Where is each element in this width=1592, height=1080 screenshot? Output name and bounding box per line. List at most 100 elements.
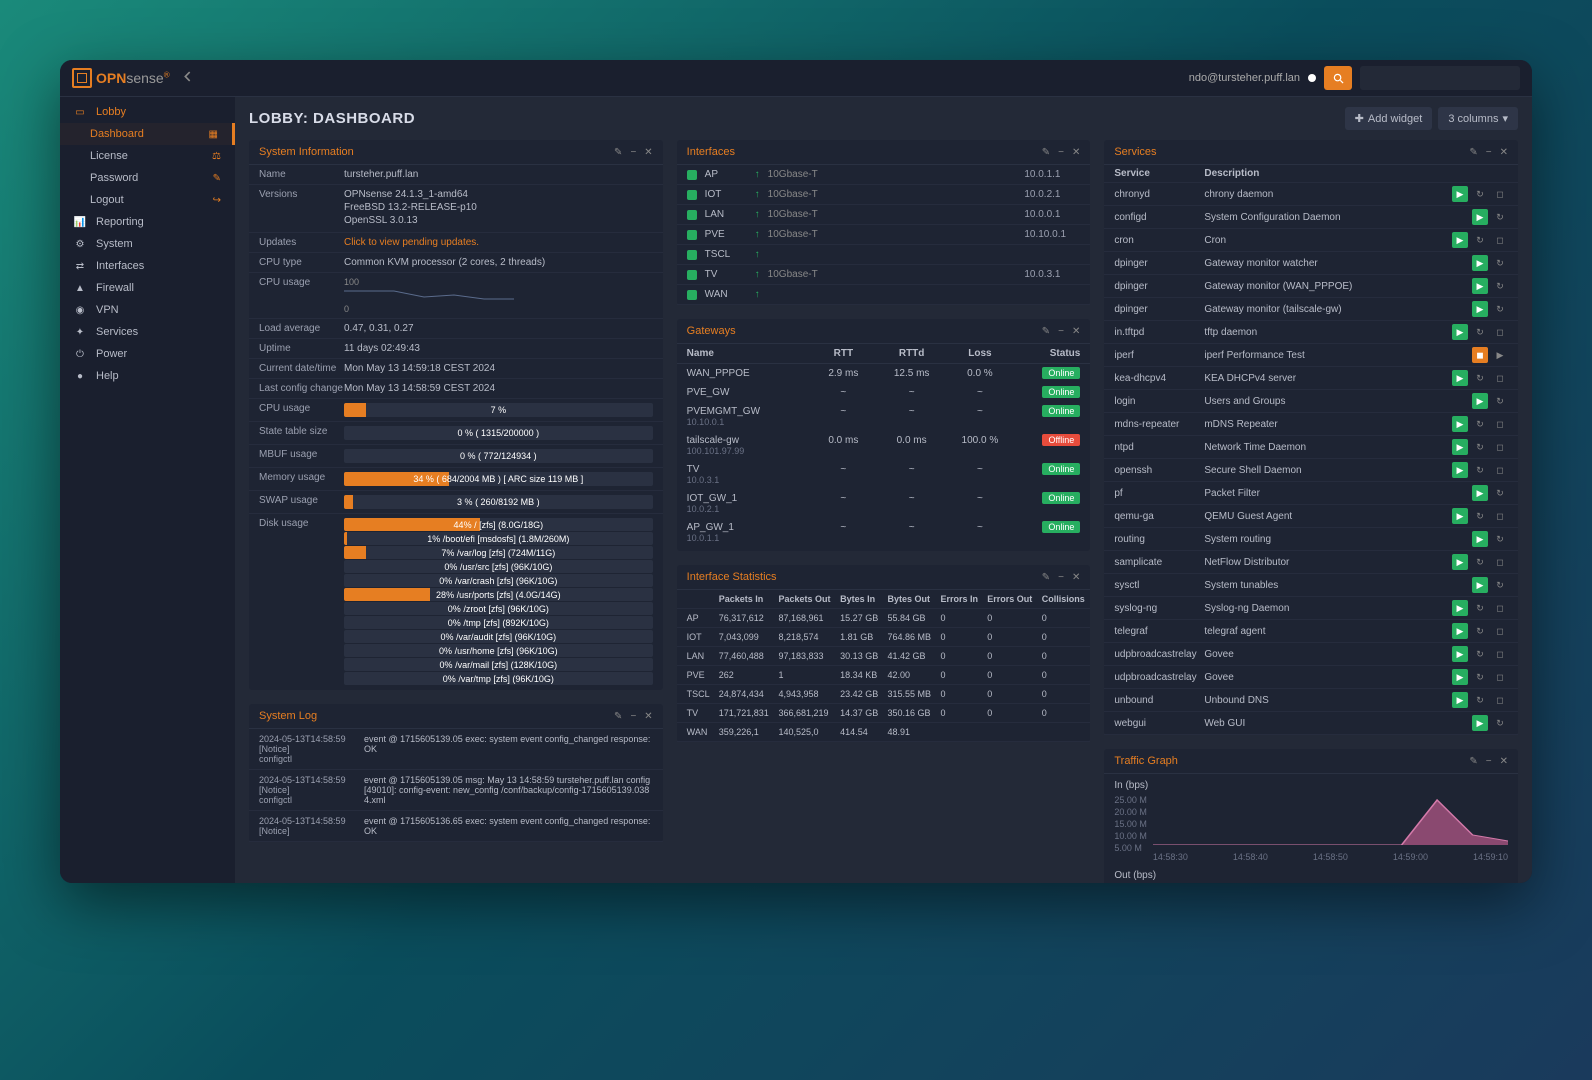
service-restart-button[interactable]: ↻ (1472, 600, 1488, 616)
service-stop-button[interactable]: ◻ (1492, 232, 1508, 248)
service-status-button[interactable]: ▶ (1452, 623, 1468, 639)
widget-close-icon[interactable]: ✕ (644, 711, 652, 722)
service-status-button[interactable]: ▶ (1452, 600, 1468, 616)
service-restart-button[interactable]: ↻ (1492, 393, 1508, 409)
service-stop-button[interactable]: ◻ (1492, 324, 1508, 340)
service-status-button[interactable]: ▶ (1452, 324, 1468, 340)
widget-edit-icon[interactable]: ✎ (1042, 326, 1050, 337)
service-stop-button[interactable]: ◻ (1492, 692, 1508, 708)
service-restart-button[interactable]: ↻ (1492, 577, 1508, 593)
widget-edit-icon[interactable]: ✎ (1042, 147, 1050, 158)
search-button[interactable] (1324, 66, 1352, 90)
service-restart-button[interactable]: ↻ (1472, 186, 1488, 202)
widget-edit-icon[interactable]: ✎ (1469, 756, 1477, 767)
widget-edit-icon[interactable]: ✎ (614, 711, 622, 722)
widget-minimize-icon[interactable]: − (1486, 147, 1492, 158)
sidebar-item-services[interactable]: ✦Services (60, 321, 235, 343)
sidebar-item-interfaces[interactable]: ⇄Interfaces (60, 255, 235, 277)
interface-row[interactable]: LAN↑10Gbase-T 10.0.0.1 (677, 205, 1091, 225)
service-stop-button[interactable]: ◻ (1492, 508, 1508, 524)
widget-edit-icon[interactable]: ✎ (1469, 147, 1477, 158)
add-widget-button[interactable]: ✚Add widget (1345, 107, 1433, 130)
service-restart-button[interactable]: ↻ (1472, 554, 1488, 570)
sidebar-item-vpn[interactable]: ◉VPN (60, 299, 235, 321)
sidebar-item-power[interactable]: ⏻Power (60, 343, 235, 365)
service-stop-button[interactable]: ◻ (1492, 554, 1508, 570)
sidebar-item-system[interactable]: ⚙System (60, 233, 235, 255)
service-status-button[interactable]: ▶ (1452, 232, 1468, 248)
service-status-button[interactable]: ▶ (1452, 646, 1468, 662)
service-stop-button[interactable]: ◻ (1492, 370, 1508, 386)
widget-minimize-icon[interactable]: − (1058, 326, 1064, 337)
interface-row[interactable]: AP↑10Gbase-T 10.0.1.1 (677, 165, 1091, 185)
widget-minimize-icon[interactable]: − (1058, 147, 1064, 158)
sidebar-item-help[interactable]: ●Help (60, 365, 235, 387)
sidebar-item-dashboard[interactable]: Dashboard▦ (60, 123, 235, 145)
service-status-button[interactable]: ▶ (1452, 508, 1468, 524)
service-restart-button[interactable]: ↻ (1472, 508, 1488, 524)
interface-row[interactable]: TV↑10Gbase-T 10.0.3.1 (677, 265, 1091, 285)
widget-minimize-icon[interactable]: − (630, 711, 636, 722)
service-start-button[interactable]: ▶ (1492, 347, 1508, 363)
sidebar-toggle[interactable] (170, 67, 205, 89)
service-restart-button[interactable]: ↻ (1492, 255, 1508, 271)
service-status-button[interactable]: ▶ (1452, 692, 1468, 708)
service-status-button[interactable]: ▶ (1472, 278, 1488, 294)
service-restart-button[interactable]: ↻ (1472, 439, 1488, 455)
widget-edit-icon[interactable]: ✎ (614, 147, 622, 158)
service-restart-button[interactable]: ↻ (1472, 692, 1488, 708)
service-status-button[interactable]: ▶ (1472, 715, 1488, 731)
service-restart-button[interactable]: ↻ (1472, 416, 1488, 432)
brand-logo[interactable]: OPNsense® (72, 68, 170, 88)
service-stop-button[interactable]: ◻ (1492, 646, 1508, 662)
service-status-button[interactable]: ▶ (1452, 669, 1468, 685)
service-stop-button[interactable]: ◻ (1492, 439, 1508, 455)
sidebar-item-lobby[interactable]: ▭Lobby (60, 101, 235, 123)
widget-close-icon[interactable]: ✕ (1072, 326, 1080, 337)
search-input[interactable] (1360, 66, 1520, 90)
service-restart-button[interactable]: ↻ (1492, 278, 1508, 294)
widget-edit-icon[interactable]: ✎ (1042, 572, 1050, 583)
service-stop-button[interactable]: ◻ (1492, 600, 1508, 616)
widget-minimize-icon[interactable]: − (630, 147, 636, 158)
service-status-button[interactable]: ▶ (1452, 186, 1468, 202)
sidebar-item-logout[interactable]: Logout↪ (60, 189, 235, 211)
service-restart-button[interactable]: ↻ (1472, 669, 1488, 685)
service-status-button[interactable]: ▶ (1472, 255, 1488, 271)
service-stop-button[interactable]: ◻ (1492, 416, 1508, 432)
widget-close-icon[interactable]: ✕ (644, 147, 652, 158)
service-stop-button[interactable]: ◻ (1492, 623, 1508, 639)
service-status-button[interactable]: ▶ (1452, 416, 1468, 432)
sidebar-item-reporting[interactable]: 📊Reporting (60, 211, 235, 233)
service-restart-button[interactable]: ↻ (1472, 370, 1488, 386)
interface-row[interactable]: IOT↑10Gbase-T 10.0.2.1 (677, 185, 1091, 205)
service-restart-button[interactable]: ↻ (1472, 623, 1488, 639)
service-stop-button[interactable]: ◻ (1492, 186, 1508, 202)
service-status-button[interactable]: ▶ (1452, 439, 1468, 455)
service-status-button[interactable]: ◼ (1472, 347, 1488, 363)
service-status-button[interactable]: ▶ (1452, 370, 1468, 386)
widget-minimize-icon[interactable]: − (1486, 756, 1492, 767)
service-stop-button[interactable]: ◻ (1492, 462, 1508, 478)
service-status-button[interactable]: ▶ (1472, 209, 1488, 225)
service-restart-button[interactable]: ↻ (1472, 324, 1488, 340)
service-status-button[interactable]: ▶ (1472, 577, 1488, 593)
updates-link[interactable]: Click to view pending updates. (344, 237, 653, 248)
service-stop-button[interactable]: ◻ (1492, 669, 1508, 685)
service-restart-button[interactable]: ↻ (1492, 209, 1508, 225)
service-status-button[interactable]: ▶ (1472, 301, 1488, 317)
service-restart-button[interactable]: ↻ (1472, 232, 1488, 248)
interface-row[interactable]: PVE↑10Gbase-T 10.10.0.1 (677, 225, 1091, 245)
widget-close-icon[interactable]: ✕ (1072, 147, 1080, 158)
widget-close-icon[interactable]: ✕ (1500, 147, 1508, 158)
sidebar-item-firewall[interactable]: ▲Firewall (60, 277, 235, 299)
widget-close-icon[interactable]: ✕ (1072, 572, 1080, 583)
service-restart-button[interactable]: ↻ (1472, 646, 1488, 662)
service-restart-button[interactable]: ↻ (1492, 485, 1508, 501)
interface-row[interactable]: WAN↑ (677, 285, 1091, 305)
service-status-button[interactable]: ▶ (1472, 485, 1488, 501)
service-status-button[interactable]: ▶ (1452, 462, 1468, 478)
interface-row[interactable]: TSCL↑ (677, 245, 1091, 265)
service-status-button[interactable]: ▶ (1452, 554, 1468, 570)
service-status-button[interactable]: ▶ (1472, 531, 1488, 547)
